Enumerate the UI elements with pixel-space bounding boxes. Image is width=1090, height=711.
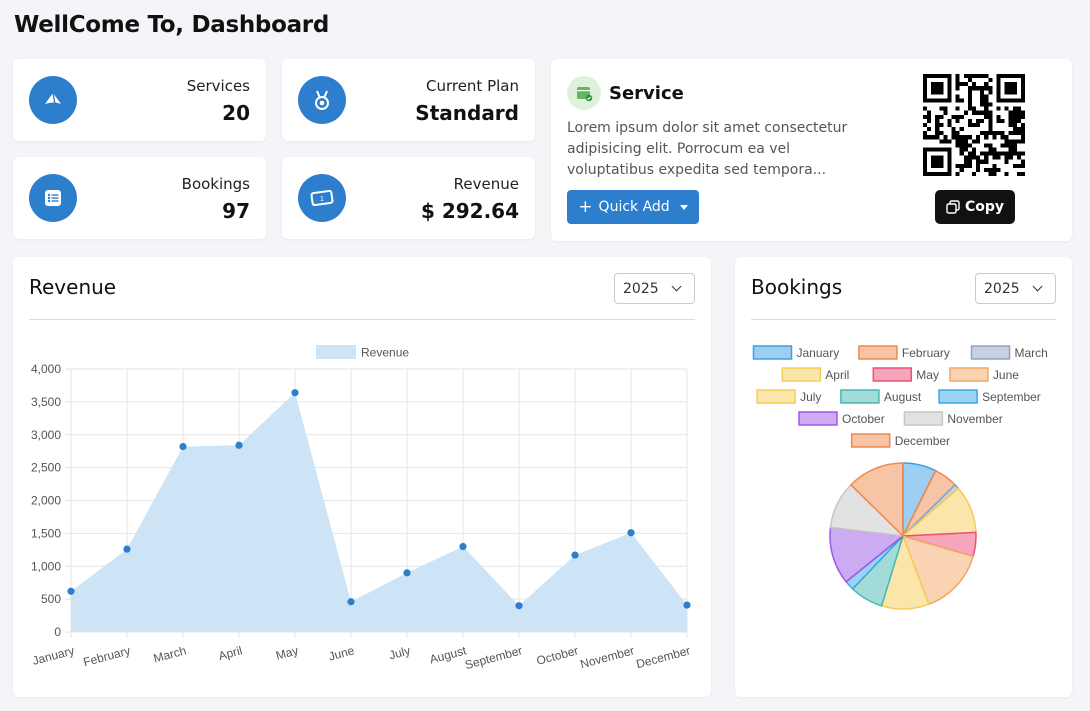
page-title: WellCome To, Dashboard xyxy=(14,12,330,38)
x-tick-label: April xyxy=(217,643,244,663)
x-tick-label: June xyxy=(327,643,356,663)
stat-label: Revenue xyxy=(453,175,519,193)
data-point[interactable] xyxy=(67,587,75,595)
stat-label: Current Plan xyxy=(425,77,519,95)
quick-add-label: Quick Add xyxy=(598,199,670,215)
legend-label[interactable]: February xyxy=(902,346,950,360)
legend-label[interactable]: April xyxy=(825,368,849,382)
legend-swatch[interactable] xyxy=(840,389,880,404)
y-tick-label: 2,500 xyxy=(31,461,61,475)
calendar-check-icon xyxy=(567,76,601,110)
x-tick-label: July xyxy=(388,643,412,662)
svg-text:1: 1 xyxy=(320,196,324,203)
legend-label[interactable]: March xyxy=(1015,346,1048,360)
y-tick-label: 1,000 xyxy=(31,559,61,573)
legend-label[interactable]: July xyxy=(800,390,821,404)
legend-swatch[interactable] xyxy=(903,411,944,426)
legend-swatch[interactable] xyxy=(756,389,796,404)
data-point[interactable] xyxy=(291,389,299,397)
data-point[interactable] xyxy=(403,569,411,577)
legend-label[interactable]: May xyxy=(916,368,939,382)
legend-label[interactable]: Revenue xyxy=(361,346,409,360)
legend-label[interactable]: January xyxy=(797,346,840,360)
data-point[interactable] xyxy=(515,602,523,610)
legend-label[interactable]: November xyxy=(947,412,1002,426)
copy-button[interactable]: Copy xyxy=(935,190,1015,224)
y-tick-label: 3,000 xyxy=(31,428,61,442)
x-tick-label: October xyxy=(535,643,580,668)
data-point[interactable] xyxy=(123,545,131,553)
data-point[interactable] xyxy=(347,598,355,606)
chevron-down-icon xyxy=(679,204,688,210)
legend-swatch[interactable] xyxy=(970,345,1011,360)
current-plan-card: Current Plan Standard xyxy=(282,59,535,141)
revenue-card: 1 Revenue $ 292.64 xyxy=(282,157,535,239)
y-tick-label: 4,000 xyxy=(31,362,61,376)
service-title: Service xyxy=(609,83,684,104)
x-tick-label: December xyxy=(635,643,692,671)
legend-swatch[interactable] xyxy=(850,433,891,448)
legend-label[interactable]: October xyxy=(842,412,885,426)
copy-label: Copy xyxy=(964,199,1005,215)
y-tick-label: 1,500 xyxy=(31,526,61,540)
x-tick-label: November xyxy=(579,643,636,671)
legend-swatch[interactable] xyxy=(798,411,838,426)
plus-icon: + xyxy=(578,196,593,217)
x-tick-label: March xyxy=(152,643,188,665)
legend-label[interactable]: December xyxy=(895,434,950,448)
bookings-chart: January February March April May June July Augu… xyxy=(752,345,1048,610)
data-point[interactable] xyxy=(179,442,187,451)
legend-swatch[interactable] xyxy=(938,389,978,404)
stat-value: 97 xyxy=(222,199,250,223)
y-tick-label: 0 xyxy=(54,625,61,639)
services-card: Services 20 xyxy=(13,59,266,141)
list-icon xyxy=(29,174,77,222)
stat-label: Services xyxy=(186,77,250,95)
service-description: Lorem ipsum dolor sit amet consectetur a… xyxy=(567,120,848,178)
x-tick-label: September xyxy=(463,643,523,672)
medal-icon xyxy=(298,76,346,124)
x-tick-label: August xyxy=(428,643,468,666)
legend-swatch[interactable] xyxy=(316,345,356,359)
bookings-card: Bookings 97 xyxy=(13,157,266,239)
stat-value: Standard xyxy=(415,101,519,125)
legend-label[interactable]: June xyxy=(993,368,1019,382)
stat-value: $ 292.64 xyxy=(420,199,519,223)
copy-icon xyxy=(946,200,960,214)
stat-label: Bookings xyxy=(181,175,250,193)
revenue-chart: Revenue 0 500 1,000 1,500 2,000 2,500 3,000 3,50… xyxy=(31,345,692,672)
legend-swatch[interactable] xyxy=(858,345,898,360)
y-tick-label: 3,500 xyxy=(31,395,61,409)
data-point[interactable] xyxy=(571,551,579,559)
data-point[interactable] xyxy=(459,542,467,551)
data-point[interactable] xyxy=(235,441,243,449)
qr-code xyxy=(923,74,1025,176)
legend-swatch[interactable] xyxy=(781,367,822,382)
y-tick-label: 500 xyxy=(41,592,61,606)
legend-label[interactable]: August xyxy=(884,390,922,404)
stat-value: 20 xyxy=(222,101,250,125)
x-tick-label: January xyxy=(31,643,76,668)
revenue-panel: Revenue 2025 Revenue 0 500 1,000 1,500 2,000 2… xyxy=(13,257,711,697)
data-point[interactable] xyxy=(683,601,691,609)
legend-swatch[interactable] xyxy=(872,367,913,382)
megaphone-icon xyxy=(29,76,77,124)
data-point[interactable] xyxy=(627,529,635,537)
legend-swatch[interactable] xyxy=(752,345,793,360)
y-tick-label: 2,000 xyxy=(31,494,61,508)
banknote-icon: 1 xyxy=(298,174,346,222)
x-tick-label: May xyxy=(274,643,300,662)
legend-label[interactable]: September xyxy=(982,390,1041,404)
service-card: Service Lorem ipsum dolor sit amet conse… xyxy=(551,59,1072,241)
legend-swatch[interactable] xyxy=(949,367,989,382)
quick-add-button[interactable]: + Quick Add xyxy=(567,190,699,224)
bookings-panel: Bookings 2025 January February March April M… xyxy=(735,257,1072,697)
x-tick-label: February xyxy=(82,643,132,669)
revenue-area xyxy=(71,392,687,632)
